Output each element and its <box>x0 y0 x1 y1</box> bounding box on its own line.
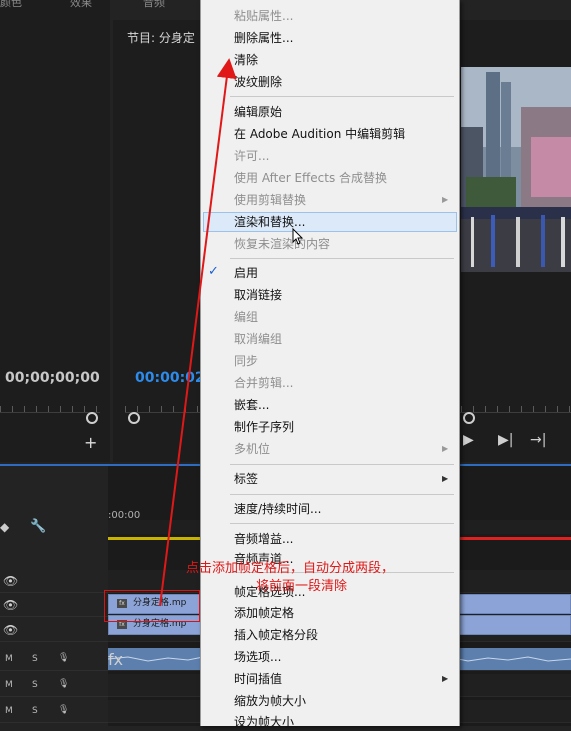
annotation-text: 点击添加帧定格后，自动分成两段， 将前面一段清除 <box>186 560 394 596</box>
annotation-line-1: 点击添加帧定格后，自动分成两段， <box>186 561 395 576</box>
annotation-line-2: 将前面一段清除 <box>256 579 348 594</box>
annotation-arrow <box>159 58 237 607</box>
